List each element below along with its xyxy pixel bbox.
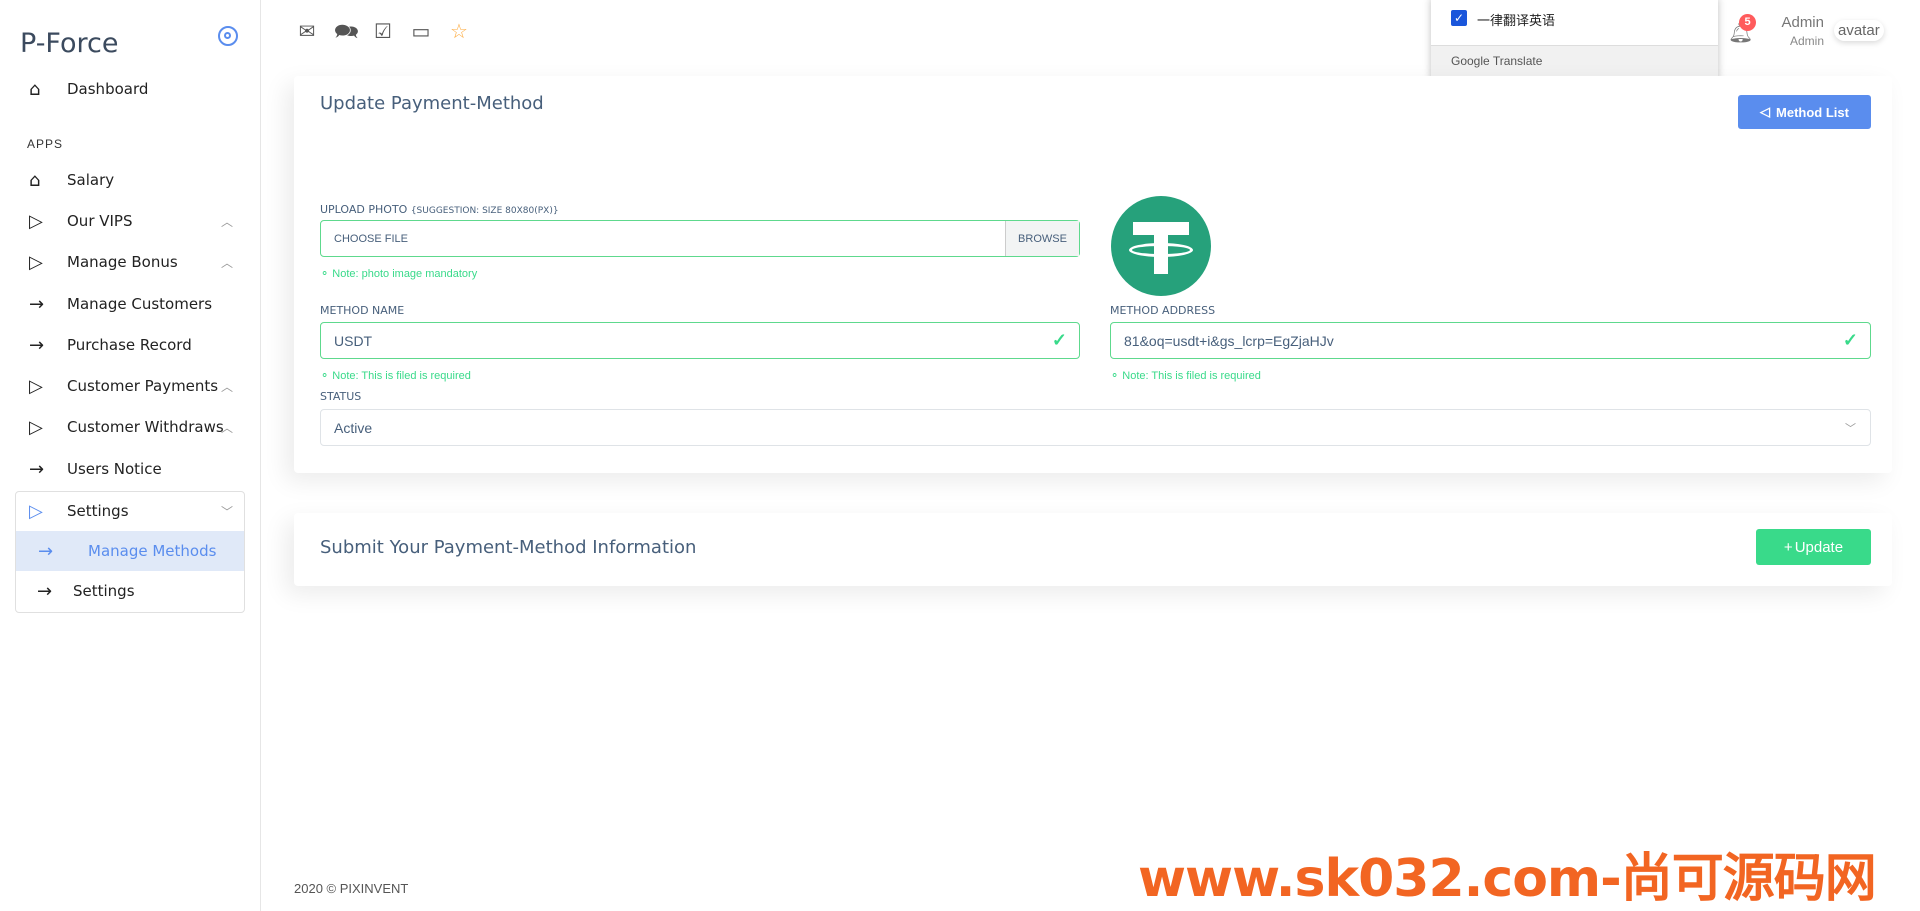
sidebar-item-customer-withdraws[interactable]: ▷ Customer Withdraws ︿ (15, 407, 245, 447)
method-address-note: ⚬ Note: This is filed is required (1110, 370, 1261, 382)
chevron-up-icon: ︿ (220, 420, 233, 435)
sidebar-item-users-notice[interactable]: → Users Notice (15, 449, 245, 489)
chat-icon[interactable]: 🗪 (334, 20, 359, 44)
method-name-note: ⚬ Note: This is filed is required (320, 370, 471, 382)
sidebar-item-manage-customers[interactable]: → Manage Customers (15, 284, 245, 324)
label: Settings (67, 502, 129, 520)
submit-title: Submit Your Payment-Method Information (320, 537, 697, 558)
label: Our VIPS (67, 212, 133, 230)
label: Manage Bonus (67, 253, 178, 271)
sidebar-item-dashboard[interactable]: ⌂ Dashboard (15, 69, 245, 109)
sidebar-item-settings[interactable]: ▷ Settings ﹀ (15, 491, 245, 531)
method-list-button[interactable]: ◁ Method List (1738, 95, 1871, 129)
home-icon: ⌂ (29, 169, 41, 191)
chevron-up-icon: ︿ (220, 214, 233, 229)
play-icon: ▷ (29, 500, 43, 522)
watermark: www.sk032.com-尚可源码网 (1138, 849, 1877, 909)
label: Users Notice (67, 460, 162, 478)
label: Customer Payments (67, 377, 219, 395)
sidebar-item-our-vips[interactable]: ▷ Our VIPS ︿ (15, 201, 245, 241)
user-role: Admin (1789, 34, 1824, 48)
sidebar-toggle-icon[interactable] (218, 26, 238, 46)
google-translate-popup: ✓ 一律翻译英语 Google Translate (1431, 0, 1718, 86)
method-name-label: Method Name (320, 304, 405, 317)
value: 81&oq=usdt+i&gs_lcrp=EgZjaHJv (1124, 332, 1334, 349)
method-name-input[interactable]: USDT ✓ (320, 322, 1080, 359)
translate-option[interactable]: 一律翻译英语 (1477, 10, 1555, 29)
chevron-down-icon: ﹀ (1845, 422, 1856, 435)
arrow-right-icon: → (29, 293, 45, 315)
chevron-up-icon: ︿ (220, 255, 233, 270)
check-circle-icon[interactable]: ☑ (372, 20, 394, 44)
value: Active (334, 419, 373, 436)
file-input[interactable]: CHOOSE FILE BROWSE (320, 220, 1080, 257)
status-select[interactable]: Active ﹀ (320, 409, 1871, 446)
google-translate-label: Google Translate (1451, 54, 1543, 68)
play-icon: ▷ (29, 375, 43, 397)
upload-photo-label: Upload Photo {Suggestion: Size 80x80(px)… (320, 203, 559, 216)
label: Customer Withdraws (67, 418, 224, 436)
checkbox[interactable]: ✓ (1451, 10, 1467, 26)
update-payment-method-card: Update Payment-Method ◁ Method List Uploa… (294, 76, 1892, 473)
sidebar-item-manage-methods[interactable]: → Manage Methods (16, 531, 244, 571)
sidebar-item-customer-payments[interactable]: ▷ Customer Payments ︿ (15, 366, 245, 406)
arrow-right-icon: → (29, 334, 45, 356)
check-icon: ✓ (1842, 330, 1858, 350)
plus-icon: + (1783, 538, 1793, 556)
method-address-label: Method Address (1110, 304, 1216, 317)
chevron-left-icon: ◁ (1760, 104, 1771, 119)
file-placeholder: CHOOSE FILE (334, 232, 408, 245)
upload-note: ⚬ Note: photo image mandatory (320, 268, 478, 280)
check-icon: ✓ (1051, 330, 1067, 350)
notification-badge: 5 (1739, 14, 1756, 31)
footer-copyright: 2020 © PIXINVENT (294, 881, 409, 896)
user-name[interactable]: Admin (1776, 14, 1824, 31)
star-icon[interactable]: ☆ (448, 20, 470, 44)
calendar-icon[interactable]: ▭ (410, 20, 432, 44)
label: Salary (67, 171, 115, 189)
play-icon: ▷ (29, 210, 43, 232)
tether-logo-image (1111, 196, 1211, 296)
chevron-up-icon: ︿ (220, 379, 233, 394)
card-title: Update Payment-Method (320, 93, 544, 114)
play-icon: ▷ (29, 416, 43, 438)
label: Method List (1776, 104, 1849, 120)
method-address-input[interactable]: 81&oq=usdt+i&gs_lcrp=EgZjaHJv ✓ (1110, 322, 1871, 359)
update-button[interactable]: + Update (1756, 529, 1871, 565)
arrow-right-icon: → (29, 458, 45, 480)
label: Manage Methods (88, 542, 217, 560)
label: Manage Customers (67, 295, 213, 313)
arrow-right-icon: → (38, 540, 54, 562)
label: Update (1794, 538, 1844, 556)
brand-logo[interactable]: P-Force (20, 28, 118, 59)
sidebar-item-manage-bonus[interactable]: ▷ Manage Bonus ︿ (15, 242, 245, 282)
play-icon: ▷ (29, 251, 43, 273)
label: Settings (73, 582, 135, 600)
section-apps: APPS (27, 137, 64, 151)
sidebar-item-salary[interactable]: ⌂ Salary (15, 160, 245, 200)
value: USDT (334, 332, 373, 349)
avatar[interactable]: avatar (1834, 20, 1884, 41)
status-label: Status (320, 390, 362, 403)
sidebar: P-Force ⌂ Dashboard APPS ⌂ Salary ▷ Our VIP… (0, 0, 261, 911)
home-icon: ⌂ (29, 78, 41, 100)
browse-button[interactable]: BROWSE (1005, 221, 1079, 256)
top-shortcuts: ✉ 🗪 ☑ ▭ ☆ (296, 20, 470, 44)
mail-icon[interactable]: ✉ (296, 20, 318, 44)
chevron-down-icon: ﹀ (220, 504, 233, 519)
label: Dashboard (67, 80, 149, 98)
sidebar-item-settings-sub[interactable]: → Settings (15, 571, 245, 611)
label: Purchase Record (67, 336, 192, 354)
arrow-right-icon: → (37, 580, 53, 602)
sidebar-item-purchase-record[interactable]: → Purchase Record (15, 325, 245, 365)
submit-card: Submit Your Payment-Method Information +… (294, 513, 1892, 586)
